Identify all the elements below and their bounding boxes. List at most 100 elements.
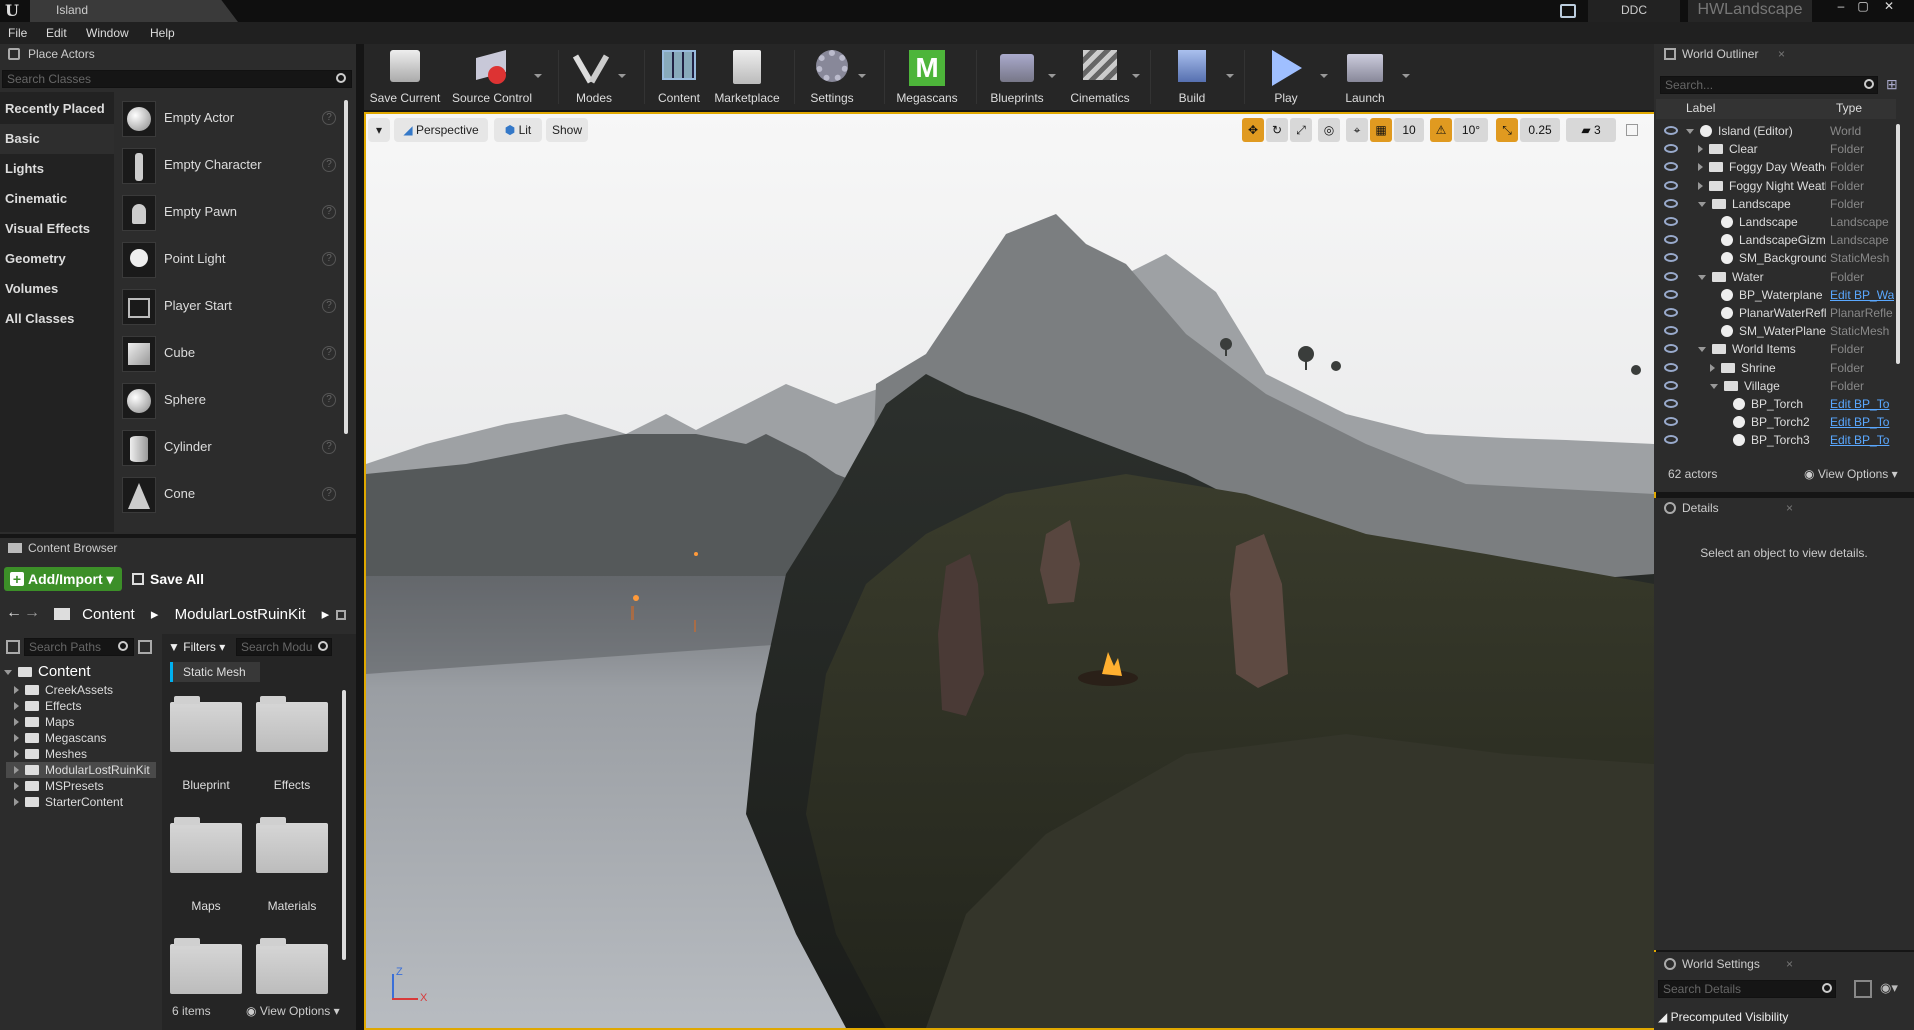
outliner-row[interactable]: SM_WaterPlane StaticMesh <box>1656 322 1896 340</box>
close-tab-icon[interactable]: × <box>1786 498 1793 518</box>
tree-item-effects[interactable]: Effects <box>6 698 81 714</box>
visibility-eye-icon[interactable] <box>1664 380 1678 390</box>
settings-button[interactable]: Settings <box>798 44 866 110</box>
property-matrix-icon[interactable] <box>1854 980 1872 998</box>
outliner-row[interactable]: Landscape Landscape <box>1656 213 1896 231</box>
megascans-button[interactable]: M Megascans <box>890 44 964 110</box>
source-control-button[interactable]: Source Control <box>450 44 534 110</box>
collapsed-arrow-icon[interactable] <box>1710 363 1715 372</box>
breadcrumb-content[interactable]: Content <box>82 606 135 623</box>
add-filter-icon[interactable]: ⊞ <box>1886 76 1902 92</box>
actors-scrollbar[interactable] <box>344 100 348 434</box>
level-viewport[interactable] <box>364 112 1656 1030</box>
search-details-input[interactable]: Search Details <box>1658 980 1836 998</box>
asset-folder[interactable] <box>254 936 330 996</box>
visibility-eye-icon[interactable] <box>1664 344 1678 354</box>
tree-item-meshes[interactable]: Meshes <box>6 746 87 762</box>
outliner-row[interactable]: BP_Waterplane Edit BP_Wa <box>1656 286 1896 304</box>
outliner-row[interactable]: PlanarWaterRefle PlanarRefle <box>1656 304 1896 322</box>
help-icon[interactable]: ? <box>322 440 336 454</box>
launch-dropdown-icon[interactable] <box>1402 74 1410 78</box>
visibility-eye-icon[interactable] <box>1664 289 1678 299</box>
category-geometry[interactable]: Geometry <box>0 244 114 274</box>
rotation-snap-value[interactable]: 10° <box>1454 118 1488 142</box>
actor-player-start[interactable]: Player Start? <box>120 286 342 328</box>
category-volumes[interactable]: Volumes <box>0 274 114 304</box>
outliner-row[interactable]: World Items Folder <box>1656 340 1896 358</box>
collapsed-arrow-icon[interactable] <box>1698 163 1703 172</box>
add-import-button[interactable]: + Add/Import ▾ <box>4 567 122 591</box>
marketplace-button[interactable]: Marketplace <box>710 44 784 110</box>
asset-scrollbar[interactable] <box>342 690 346 960</box>
outliner-row-type[interactable]: Edit BP_To <box>1830 395 1894 413</box>
world-local-icon[interactable]: ◎ <box>1318 118 1340 142</box>
visibility-eye-icon[interactable] <box>1664 253 1678 263</box>
actor-sphere[interactable]: Sphere? <box>120 380 342 422</box>
expanded-arrow-icon[interactable] <box>1698 274 1706 280</box>
outliner-row[interactable]: Water Folder <box>1656 268 1896 286</box>
actor-empty-character[interactable]: Empty Character? <box>120 145 342 187</box>
help-icon[interactable]: ? <box>322 299 336 313</box>
outliner-view-options[interactable]: ◉ View Options ▾ <box>1804 467 1898 481</box>
list-view-icon[interactable] <box>138 640 152 654</box>
world-outliner-tab[interactable]: World Outliner × <box>1656 44 1796 64</box>
world-settings-tab[interactable]: World Settings × <box>1656 954 1804 974</box>
visibility-eye-icon[interactable] <box>1664 144 1678 154</box>
visibility-eye-icon[interactable] <box>1664 326 1678 336</box>
category-all-classes[interactable]: All Classes <box>0 304 114 334</box>
asset-folder-blueprint[interactable]: Blueprint <box>168 694 244 806</box>
outliner-scrollbar[interactable] <box>1896 124 1900 364</box>
visibility-eye-icon[interactable] <box>1664 217 1678 226</box>
help-icon[interactable]: ? <box>322 487 336 501</box>
play-button[interactable]: Play <box>1256 44 1316 110</box>
grid-snap-value[interactable]: 10 <box>1394 118 1424 142</box>
minimize-icon[interactable]: – <box>1830 0 1852 14</box>
tree-item-maps[interactable]: Maps <box>6 714 74 730</box>
launch-button[interactable]: Launch <box>1334 44 1396 110</box>
actor-cylinder[interactable]: Cylinder? <box>120 427 342 469</box>
menu-file[interactable]: File <box>8 22 27 44</box>
close-icon[interactable]: ✕ <box>1878 0 1900 14</box>
outliner-row[interactable]: SM_Background StaticMesh <box>1656 249 1896 267</box>
visibility-eye-icon[interactable] <box>1664 180 1678 190</box>
outliner-search-input[interactable]: Search... <box>1660 76 1878 94</box>
outliner-row-type[interactable]: Edit BP_Wa <box>1830 286 1894 304</box>
asset-folder-effects[interactable]: Effects <box>254 694 330 806</box>
outliner-row[interactable]: BP_Torch3 Edit BP_To <box>1656 431 1896 449</box>
actor-point-light[interactable]: Point Light? <box>120 239 342 281</box>
rotate-tool-icon[interactable]: ↻ <box>1266 118 1288 142</box>
translate-tool-icon[interactable]: ✥ <box>1242 118 1264 142</box>
visibility-eye-icon[interactable] <box>1664 198 1678 208</box>
actor-cone[interactable]: Cone? <box>120 474 342 516</box>
help-icon[interactable]: ? <box>322 205 336 219</box>
visibility-eye-icon[interactable] <box>1664 271 1678 281</box>
surface-snap-icon[interactable]: ⌖ <box>1346 118 1368 142</box>
filters-button[interactable]: ▼ Filters ▾ <box>168 638 225 656</box>
collapsed-arrow-icon[interactable] <box>1698 181 1703 190</box>
maximize-viewport-icon[interactable] <box>1626 124 1638 136</box>
outliner-row[interactable]: Foggy Night Weath Folder <box>1656 177 1896 195</box>
actor-empty-pawn[interactable]: Empty Pawn? <box>120 192 342 234</box>
modes-button[interactable]: Modes <box>566 44 622 110</box>
visibility-eye-icon[interactable] <box>1664 126 1678 135</box>
build-dropdown-icon[interactable] <box>1226 74 1234 78</box>
actor-cube[interactable]: Cube? <box>120 333 342 375</box>
expanded-arrow-icon[interactable] <box>1698 347 1706 353</box>
visibility-eye-icon[interactable] <box>1664 362 1678 372</box>
close-tab-icon[interactable]: × <box>1778 44 1785 64</box>
tree-root-content[interactable]: Content <box>4 662 91 682</box>
visibility-eye-icon[interactable] <box>1664 235 1678 245</box>
help-icon[interactable]: ? <box>322 158 336 172</box>
asset-folder[interactable] <box>168 936 244 996</box>
scale-snap-value[interactable]: 0.25 <box>1520 118 1560 142</box>
help-icon[interactable]: ? <box>322 346 336 360</box>
help-icon[interactable]: ? <box>322 111 336 125</box>
expanded-arrow-icon[interactable] <box>1710 383 1718 389</box>
cinematics-dropdown-icon[interactable] <box>1132 74 1140 78</box>
details-tab[interactable]: Details × <box>1656 498 1804 518</box>
visibility-eye-icon[interactable] <box>1664 308 1678 317</box>
outliner-row[interactable]: BP_Torch Edit BP_To <box>1656 395 1896 413</box>
outliner-row[interactable]: Shrine Folder <box>1656 359 1896 377</box>
asset-folder-materials[interactable]: Materials <box>254 815 330 927</box>
perspective-button[interactable]: ◢ Perspective <box>394 118 488 142</box>
